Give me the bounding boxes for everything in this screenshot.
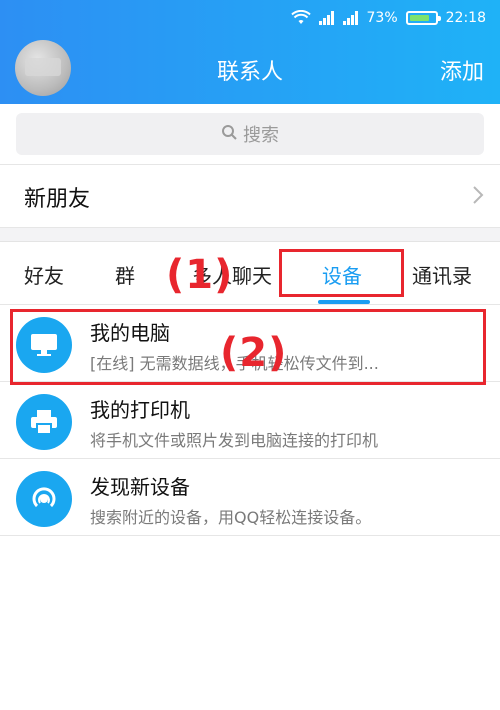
chevron-right-icon	[472, 185, 484, 209]
tab-friends[interactable]: 好友	[24, 260, 64, 289]
page-title: 联系人	[216, 60, 283, 85]
battery-icon	[405, 11, 441, 25]
tab-address-book[interactable]: 通讯录	[412, 260, 472, 289]
section-divider	[0, 228, 500, 242]
contact-tabs: 好友 群 多人聊天 设备 通讯录	[0, 242, 500, 305]
list-item[interactable]: 我的打印机 将手机文件或照片发到电脑连接的打印机	[0, 382, 500, 459]
device-name: 发现新设备	[90, 475, 190, 499]
annotation-label-2: (2)	[220, 330, 288, 376]
clock: 22:18	[445, 10, 486, 26]
annotation-box-tab	[279, 249, 404, 297]
wifi-icon	[290, 10, 311, 26]
status-bar: 73% 22:18	[0, 0, 500, 36]
search-icon	[221, 124, 237, 145]
new-friends-label: 新朋友	[24, 187, 91, 212]
device-name: 我的打印机	[90, 398, 190, 422]
device-desc: 将手机文件或照片发到电脑连接的打印机	[90, 431, 379, 450]
signal-icon-1	[318, 11, 335, 25]
add-button[interactable]: 添加	[440, 54, 484, 86]
list-item[interactable]: 发现新设备 搜索附近的设备，用QQ轻松连接设备。	[0, 459, 500, 536]
new-friends-row[interactable]: 新朋友	[0, 165, 500, 228]
search-placeholder: 搜索	[243, 125, 279, 146]
search-bar: 搜索	[0, 104, 500, 165]
signal-icon-2	[342, 11, 359, 25]
active-tab-indicator	[318, 300, 370, 304]
tab-groups[interactable]: 群	[115, 260, 135, 289]
printer-icon	[16, 394, 72, 450]
annotation-label-1: (1)	[166, 252, 234, 298]
radar-icon	[16, 471, 72, 527]
device-desc: 搜索附近的设备，用QQ轻松连接设备。	[90, 508, 372, 527]
search-input[interactable]: 搜索	[16, 113, 484, 155]
app-header: 73% 22:18 联系人 添加	[0, 0, 500, 104]
battery-percent: 73%	[366, 10, 398, 26]
